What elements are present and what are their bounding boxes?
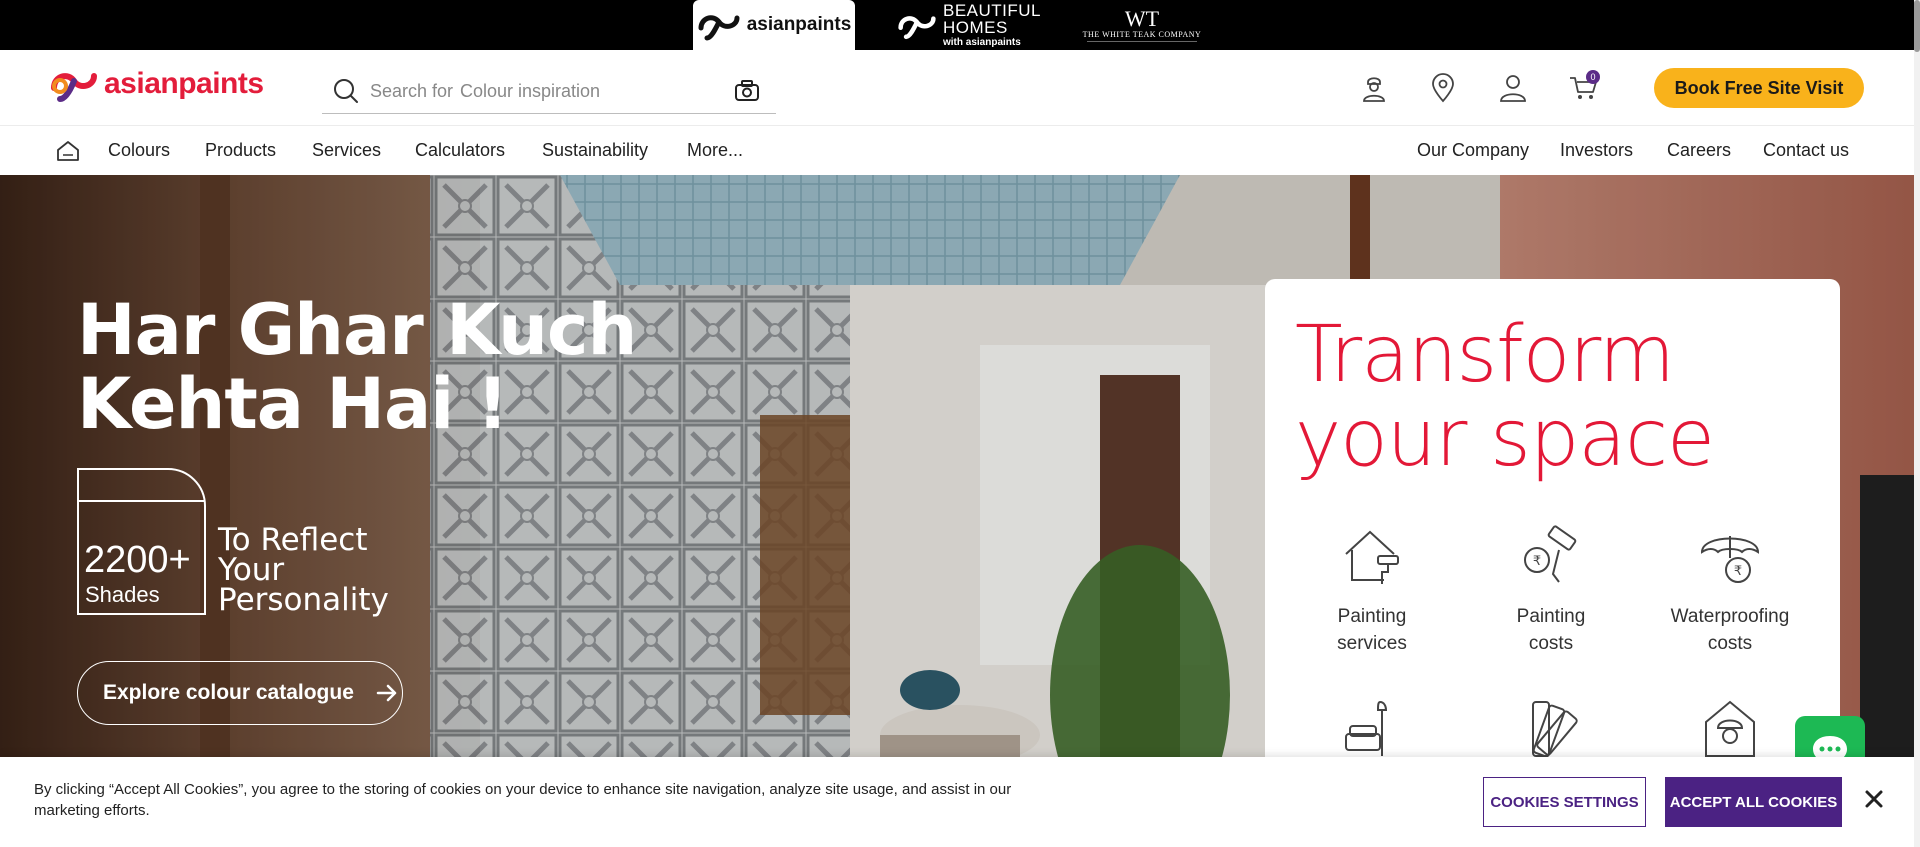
brand-tab-beautiful-homes[interactable]: BEAUTIFUL HOMES with asianpaints xyxy=(884,0,1054,50)
service-waterproofing-costs[interactable]: ₹ Waterproofing costs xyxy=(1660,519,1800,657)
brand-tab-beautiful-label: BEAUTIFUL xyxy=(942,1,1042,20)
location-pin-icon[interactable] xyxy=(1426,71,1460,105)
accept-all-cookies-button[interactable]: ACCEPT ALL COOKIES xyxy=(1665,777,1842,827)
service-painting-costs[interactable]: ₹ Painting costs xyxy=(1481,519,1621,657)
page-scrollbar[interactable] xyxy=(1914,0,1920,847)
search-bar[interactable]: Search for Colour inspiration xyxy=(322,68,776,114)
service-waterproofing-costs-line2: costs xyxy=(1707,633,1753,654)
cookie-consent-text: By clicking “Accept All Cookies”, you ag… xyxy=(34,781,1012,819)
hero-title-line1: Har Ghar Kuch xyxy=(77,289,637,371)
hero-tagline-line2: Your xyxy=(218,552,285,588)
explore-colour-catalogue-button[interactable]: Explore colour catalogue xyxy=(77,661,403,725)
card-title-line1: Transform xyxy=(1295,310,1675,400)
brand-strip: asianpaints BEAUTIFUL HOMES with asianpa… xyxy=(0,0,1920,50)
cart-icon[interactable]: 0 xyxy=(1566,70,1600,105)
card-title-line2: your space xyxy=(1295,394,1715,484)
brand-tab-homes-label: HOMES xyxy=(942,18,1008,37)
brand-tab-white-teak[interactable]: WT THE WHITE TEAK COMPANY xyxy=(1080,0,1204,50)
white-teak-label: THE WHITE TEAK COMPANY xyxy=(1082,30,1202,39)
hero-title-line2: Kehta Hai ! xyxy=(77,363,509,445)
close-icon[interactable] xyxy=(1862,787,1886,811)
user-icon[interactable] xyxy=(1496,71,1530,105)
rupee-roller-icon: ₹ xyxy=(1524,525,1577,583)
svg-text:₹: ₹ xyxy=(1533,554,1541,569)
shades-label: Shades xyxy=(85,582,160,607)
brand-tab-asianpaints-label: asianpaints xyxy=(746,14,852,35)
nav-item-services[interactable]: Services xyxy=(312,140,381,161)
shades-frame-divider xyxy=(79,500,204,502)
logo-text: asianpaints xyxy=(104,67,264,100)
worker-helmet-icon xyxy=(1705,700,1755,757)
header: asianpaints Search for Colour inspiratio… xyxy=(0,50,1920,125)
cookies-settings-button[interactable]: COOKIES SETTINGS xyxy=(1483,777,1646,827)
colour-swatch-icon xyxy=(1532,701,1578,758)
cookie-consent-banner: By clicking “Accept All Cookies”, you ag… xyxy=(0,757,1920,847)
nav-item-our-company[interactable]: Our Company xyxy=(1417,140,1529,161)
nav-item-products[interactable]: Products xyxy=(205,140,276,161)
site-logo[interactable]: asianpaints xyxy=(48,64,264,104)
service-painting-costs-line2: costs xyxy=(1528,633,1574,654)
umbrella-rupee-icon: ₹ xyxy=(1700,536,1760,583)
asianpaints-logo-icon xyxy=(698,15,740,41)
page: asianpaints BEAUTIFUL HOMES with asianpa… xyxy=(0,0,1920,847)
nav-item-contact-us[interactable]: Contact us xyxy=(1763,140,1849,161)
explore-button-label: Explore colour catalogue xyxy=(103,681,354,704)
white-teak-monogram: WT xyxy=(1124,6,1160,31)
brand-tab-asianpaints[interactable]: asianpaints xyxy=(693,0,855,50)
nav-item-investors[interactable]: Investors xyxy=(1560,140,1633,161)
nav-item-sustainability[interactable]: Sustainability xyxy=(542,140,648,161)
nav-item-more[interactable]: More... xyxy=(687,140,743,161)
arrow-right-icon xyxy=(376,684,397,702)
service-second-row-1[interactable] xyxy=(1302,691,1442,765)
service-second-row-2[interactable] xyxy=(1481,691,1621,765)
search-icon xyxy=(334,79,358,103)
house-roller-icon xyxy=(1345,530,1399,584)
painter-icon[interactable] xyxy=(1357,71,1391,105)
search-prefix: Search for xyxy=(370,81,454,101)
hero-tagline-line3: Personality xyxy=(218,582,389,618)
camera-icon[interactable] xyxy=(734,79,760,103)
svg-text:₹: ₹ xyxy=(1734,564,1742,579)
service-painting-services[interactable]: Painting services xyxy=(1302,519,1442,657)
service-painting-services-line1: Painting xyxy=(1337,606,1407,627)
service-second-row-3[interactable] xyxy=(1660,691,1800,765)
nav-item-colours[interactable]: Colours xyxy=(108,140,170,161)
nav-item-careers[interactable]: Careers xyxy=(1667,140,1731,161)
service-waterproofing-costs-line1: Waterproofing xyxy=(1670,606,1790,627)
hero-banner: Har Ghar Kuch Kehta Hai ! 2200+ Shades T… xyxy=(0,175,1920,847)
hero-title: Har Ghar Kuch Kehta Hai ! xyxy=(77,289,637,445)
brand-tab-with-asianpaints-label: with asianpaints xyxy=(942,37,1021,48)
home-icon[interactable] xyxy=(56,140,80,166)
card-title: Transform your space xyxy=(1295,310,1715,484)
beautiful-homes-logo-icon xyxy=(898,16,936,40)
sofa-lamp-icon xyxy=(1345,700,1388,756)
hero-tagline-line1: To Reflect xyxy=(218,522,368,558)
book-site-visit-button[interactable]: Book Free Site Visit xyxy=(1654,68,1864,108)
search-input[interactable]: Colour inspiration xyxy=(460,81,600,102)
white-teak-divider xyxy=(1087,41,1197,42)
service-painting-services-line2: services xyxy=(1337,633,1407,654)
service-painting-costs-line1: Painting xyxy=(1516,606,1586,627)
asianpaints-logo-mark-icon xyxy=(51,73,97,102)
shades-count: 2200+ xyxy=(84,539,191,581)
scrollbar-thumb[interactable] xyxy=(1914,0,1920,52)
cart-count-badge: 0 xyxy=(1586,70,1600,84)
hero-tagline: To Reflect Your Personality xyxy=(218,522,389,618)
main-nav: Colours Products Services Calculators Su… xyxy=(0,125,1920,175)
nav-item-calculators[interactable]: Calculators xyxy=(415,140,505,161)
